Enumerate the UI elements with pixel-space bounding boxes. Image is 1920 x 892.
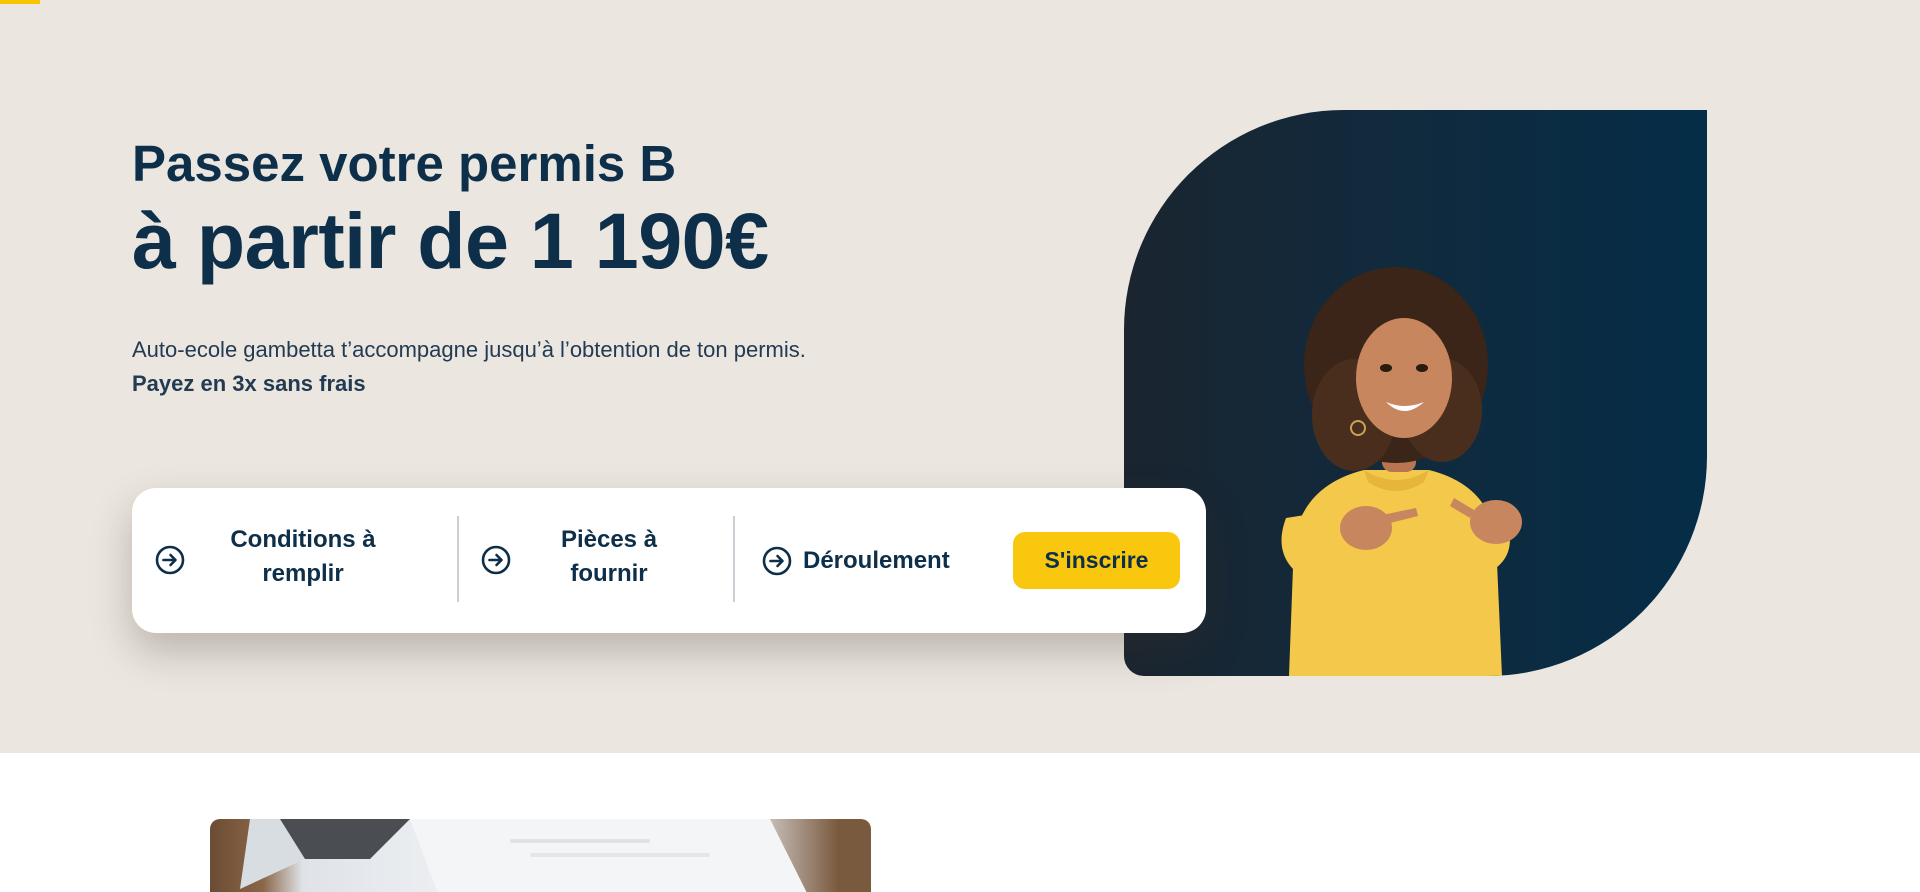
nav-item-deroulement[interactable]: Déroulement <box>735 488 995 633</box>
tablet-on-desk-image <box>240 819 807 892</box>
nav-item-pieces[interactable]: Pièces à fournir <box>459 488 733 633</box>
hero-headline-line1: Passez votre permis B <box>132 135 677 192</box>
arrow-circle-right-icon <box>762 546 792 576</box>
arrow-circle-right-icon <box>155 545 185 575</box>
hero-section: Passez votre permis B à partir de 1 190€… <box>0 0 1920 753</box>
nav-item-pieces-label: Pièces à fournir <box>529 523 689 591</box>
arrow-circle-right-icon <box>481 545 511 575</box>
payment-note: Payez en 3x sans frais <box>132 371 366 396</box>
hero-photo <box>1124 110 1707 676</box>
nav-item-pieces-line2: fournir <box>570 560 648 587</box>
hero-subtitle: Auto-ecole gambetta t’accompagne jusqu’à… <box>132 337 806 362</box>
nav-item-pieces-line1: Pièces à <box>560 526 658 553</box>
nav-item-conditions-line1: Conditions à <box>230 526 376 553</box>
permit-info-nav-card: Conditions à remplir Pièces à fournir Dé… <box>132 488 1206 633</box>
signup-button[interactable]: S'inscrire <box>1013 532 1180 589</box>
nav-item-conditions-label: Conditions à remplir <box>210 523 396 591</box>
content-image <box>210 819 871 892</box>
hero-headline-price: à partir de 1 190€ <box>132 196 769 285</box>
nav-item-deroulement-label: Déroulement <box>803 547 950 574</box>
nav-item-conditions-line2: remplir <box>262 560 344 587</box>
smiling-woman-pointing-illustration <box>1281 267 1522 676</box>
top-accent-bar <box>0 0 40 4</box>
nav-item-conditions[interactable]: Conditions à remplir <box>132 488 457 633</box>
